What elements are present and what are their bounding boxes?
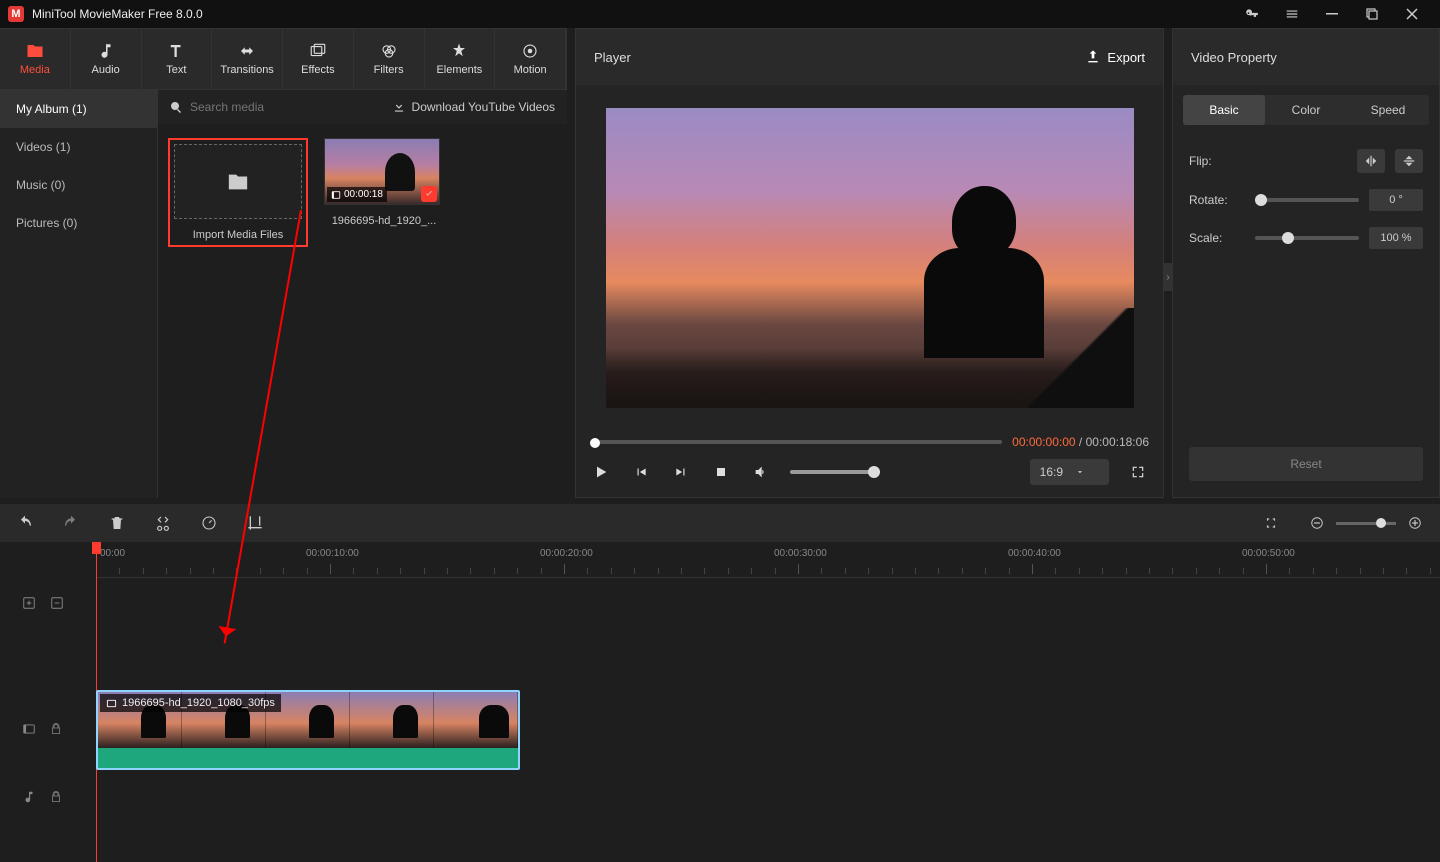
zoom-in-button[interactable] bbox=[1406, 514, 1424, 532]
split-button[interactable] bbox=[154, 514, 172, 532]
collapse-handle[interactable]: › bbox=[1163, 263, 1173, 291]
thumbnail-label: 1966695-hd_1920_... bbox=[324, 215, 444, 227]
undo-button[interactable] bbox=[16, 514, 34, 532]
property-title: Video Property bbox=[1173, 29, 1439, 85]
video-preview[interactable] bbox=[606, 108, 1134, 408]
add-track-icon[interactable] bbox=[22, 596, 36, 610]
timeline-toolbar bbox=[0, 504, 1440, 542]
flip-label: Flip: bbox=[1189, 154, 1245, 168]
lock-icon[interactable] bbox=[50, 723, 62, 735]
flip-horizontal-button[interactable] bbox=[1357, 149, 1385, 173]
timeline-clip[interactable]: 1966695-hd_1920_1080_30fps bbox=[96, 690, 520, 770]
prop-tab-speed[interactable]: Speed bbox=[1347, 95, 1429, 125]
player-title: Player bbox=[594, 50, 631, 65]
crop-button[interactable] bbox=[246, 514, 264, 532]
scale-label: Scale: bbox=[1189, 231, 1245, 245]
play-button[interactable] bbox=[590, 461, 612, 483]
track-header-overlay bbox=[0, 596, 86, 610]
sidebar-music[interactable]: Music (0) bbox=[0, 166, 157, 204]
prop-tab-basic[interactable]: Basic bbox=[1183, 95, 1265, 125]
sidebar-pictures[interactable]: Pictures (0) bbox=[0, 204, 157, 242]
flip-vertical-button[interactable] bbox=[1395, 149, 1423, 173]
tab-transitions[interactable]: Transitions bbox=[212, 29, 283, 89]
sidebar-videos[interactable]: Videos (1) bbox=[0, 128, 157, 166]
tab-motion[interactable]: Motion bbox=[495, 29, 566, 89]
prop-tab-color[interactable]: Color bbox=[1265, 95, 1347, 125]
time-display: 00:00:00:00 / 00:00:18:06 bbox=[1012, 435, 1149, 449]
property-panel: › Video Property Basic Color Speed Flip:… bbox=[1172, 28, 1440, 498]
delete-button[interactable] bbox=[108, 514, 126, 532]
media-library-panel: Media Audio Text Transitions Effects Fil… bbox=[0, 28, 567, 498]
export-button[interactable]: Export bbox=[1085, 49, 1145, 65]
property-tabs: Basic Color Speed bbox=[1183, 95, 1429, 125]
import-label: Import Media Files bbox=[174, 229, 302, 241]
scale-value[interactable]: 100 % bbox=[1369, 227, 1423, 249]
tab-text[interactable]: Text bbox=[142, 29, 213, 89]
app-logo: M bbox=[8, 6, 24, 22]
rotate-value[interactable]: 0 ° bbox=[1369, 189, 1423, 211]
audio-track-icon bbox=[22, 790, 36, 804]
tab-filters[interactable]: Filters bbox=[354, 29, 425, 89]
download-youtube-link[interactable]: Download YouTube Videos bbox=[392, 100, 555, 114]
prev-frame-button[interactable] bbox=[630, 461, 652, 483]
zoom-slider[interactable] bbox=[1336, 522, 1396, 525]
redo-button[interactable] bbox=[62, 514, 80, 532]
scrub-bar[interactable] bbox=[590, 435, 1002, 449]
speed-button[interactable] bbox=[200, 514, 218, 532]
duration-badge: 00:00:18 bbox=[327, 187, 387, 202]
clip-label: 1966695-hd_1920_1080_30fps bbox=[100, 694, 281, 712]
tab-audio[interactable]: Audio bbox=[71, 29, 142, 89]
key-icon[interactable] bbox=[1232, 0, 1272, 28]
tab-elements[interactable]: Elements bbox=[425, 29, 496, 89]
volume-slider[interactable] bbox=[790, 470, 880, 474]
next-frame-button[interactable] bbox=[670, 461, 692, 483]
player-panel: Player Export 00:00:00:00 / 00:00:1 bbox=[575, 28, 1164, 498]
aspect-ratio-select[interactable]: 16:9 bbox=[1030, 459, 1109, 485]
time-ruler[interactable]: 00:00 00:00:10:00 00:00:20:00 00:00:30:0… bbox=[96, 542, 1440, 578]
app-title: MiniTool MovieMaker Free 8.0.0 bbox=[32, 7, 203, 21]
media-thumbnail[interactable]: 00:00:18 1966695-hd_1920_... bbox=[324, 138, 444, 247]
tab-media[interactable]: Media bbox=[0, 29, 71, 89]
titlebar: M MiniTool MovieMaker Free 8.0.0 bbox=[0, 0, 1440, 28]
timeline[interactable]: 00:00 00:00:10:00 00:00:20:00 00:00:30:0… bbox=[0, 542, 1440, 862]
album-sidebar: My Album (1) Videos (1) Music (0) Pictur… bbox=[0, 90, 158, 498]
track-header-audio bbox=[0, 790, 86, 804]
lock-icon[interactable] bbox=[50, 791, 62, 803]
video-track-icon bbox=[22, 722, 36, 736]
search-input[interactable] bbox=[190, 100, 384, 114]
rotate-label: Rotate: bbox=[1189, 193, 1245, 207]
check-icon bbox=[421, 186, 437, 202]
fullscreen-button[interactable] bbox=[1127, 461, 1149, 483]
tab-effects[interactable]: Effects bbox=[283, 29, 354, 89]
close-button[interactable] bbox=[1392, 0, 1432, 28]
track-header-video bbox=[0, 722, 86, 736]
zoom-out-button[interactable] bbox=[1308, 514, 1326, 532]
category-toolbar: Media Audio Text Transitions Effects Fil… bbox=[0, 28, 567, 90]
menu-icon[interactable] bbox=[1272, 0, 1312, 28]
sidebar-my-album[interactable]: My Album (1) bbox=[0, 90, 157, 128]
reset-button[interactable]: Reset bbox=[1189, 447, 1423, 481]
auto-fit-button[interactable] bbox=[1262, 514, 1280, 532]
scale-slider[interactable] bbox=[1255, 236, 1359, 240]
import-media-button[interactable] bbox=[174, 144, 302, 219]
volume-icon[interactable] bbox=[750, 461, 772, 483]
import-media-highlight: Import Media Files bbox=[168, 138, 308, 247]
search-icon bbox=[170, 101, 182, 113]
minimize-button[interactable] bbox=[1312, 0, 1352, 28]
maximize-button[interactable] bbox=[1352, 0, 1392, 28]
stop-button[interactable] bbox=[710, 461, 732, 483]
media-content: Download YouTube Videos Import Media Fil… bbox=[158, 90, 567, 498]
rotate-slider[interactable] bbox=[1255, 198, 1359, 202]
folder-icon bbox=[227, 171, 249, 193]
remove-track-icon[interactable] bbox=[50, 596, 64, 610]
